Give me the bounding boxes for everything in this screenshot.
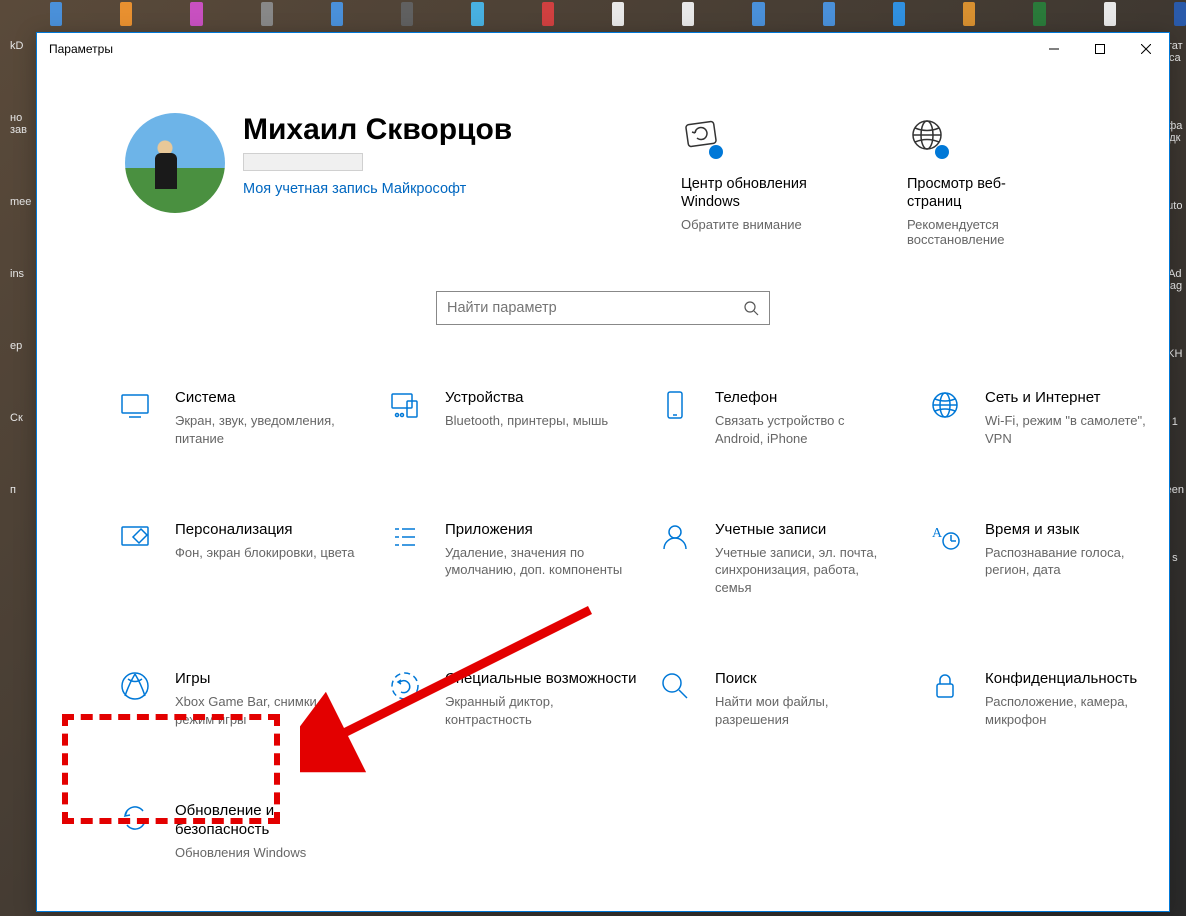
search-icon [743, 300, 759, 316]
tile-desc: Найти мои файлы, разрешения [715, 693, 895, 728]
tile-update-security[interactable]: Обновление и безопасность Обновления Wind… [117, 800, 367, 861]
tile-network[interactable]: Сеть и Интернет Wi-Fi, режим "в самолете"… [927, 387, 1177, 447]
globe-icon [907, 117, 947, 157]
tile-title: Персонализация [175, 521, 354, 540]
header-card-sub: Обратите внимание [681, 217, 831, 232]
tile-title: Обновление и безопасность [175, 802, 367, 840]
tile-desc: Связать устройство с Android, iPhone [715, 412, 895, 447]
desktop-left-icons: kD но зав mee ins ep Ск п [10, 40, 31, 496]
tile-time-language[interactable]: A Время и язык Распознавание голоса, реги… [927, 519, 1177, 596]
search-box[interactable] [436, 291, 770, 325]
tile-title: Специальные возможности [445, 670, 637, 689]
settings-window: Параметры Михаил Скворцов Моя учетная за… [36, 32, 1170, 912]
update-security-icon [117, 800, 153, 836]
svg-text:A: A [932, 526, 943, 541]
tile-desc: Экран, звук, уведомления, питание [175, 412, 355, 447]
accounts-icon [657, 519, 693, 555]
accessibility-icon [387, 668, 423, 704]
user-avatar[interactable] [125, 113, 225, 213]
tile-gaming[interactable]: Игры Xbox Game Bar, снимки, режим игры [117, 668, 367, 728]
header-card-browsing[interactable]: Просмотр веб-страниц Рекомендуется восст… [907, 117, 1057, 247]
close-button[interactable] [1123, 33, 1169, 65]
user-name: Михаил Скворцов [243, 113, 512, 147]
tile-accessibility[interactable]: Специальные возможности Экранный диктор, … [387, 668, 637, 728]
tile-desc: Фон, экран блокировки, цвета [175, 544, 354, 562]
tile-desc: Удаление, значения по умолчанию, доп. ко… [445, 544, 625, 579]
tile-title: Приложения [445, 521, 625, 540]
tile-desc: Обновления Windows [175, 844, 355, 862]
personalization-icon [117, 519, 153, 555]
devices-icon [387, 387, 423, 423]
network-icon [927, 387, 963, 423]
desktop-top-icons [0, 2, 1186, 30]
tile-desc: Wi-Fi, режим "в самолете", VPN [985, 412, 1165, 447]
header-card-sub: Рекомендуется восстановление [907, 217, 1057, 247]
window-controls [1031, 33, 1169, 65]
tile-accounts[interactable]: Учетные записи Учетные записи, эл. почта,… [657, 519, 907, 596]
update-icon [681, 117, 721, 157]
privacy-icon [927, 668, 963, 704]
gaming-icon [117, 668, 153, 704]
tile-title: Поиск [715, 670, 895, 689]
settings-grid: Система Экран, звук, уведомления, питание… [37, 325, 1169, 891]
header-card-title: Просмотр веб-страниц [907, 175, 1057, 211]
tile-title: Конфиденциальность [985, 670, 1165, 689]
tile-phone[interactable]: Телефон Связать устройство с Android, iPh… [657, 387, 907, 447]
header-area: Михаил Скворцов Моя учетная запись Майкр… [37, 65, 1169, 247]
tile-devices[interactable]: Устройства Bluetooth, принтеры, мышь [387, 387, 637, 447]
tile-desc: Учетные записи, эл. почта, синхронизация… [715, 544, 895, 597]
titlebar: Параметры [37, 33, 1169, 65]
apps-icon [387, 519, 423, 555]
tile-desc: Распознавание голоса, регион, дата [985, 544, 1165, 579]
window-title: Параметры [49, 42, 113, 56]
tile-title: Игры [175, 670, 355, 689]
tile-title: Система [175, 389, 355, 408]
tile-privacy[interactable]: Конфиденциальность Расположение, камера, … [927, 668, 1177, 728]
tile-desc: Экранный диктор, контрастность [445, 693, 625, 728]
tile-title: Учетные записи [715, 521, 895, 540]
minimize-button[interactable] [1031, 33, 1077, 65]
time-language-icon: A [927, 519, 963, 555]
header-cards: Центр обновления Windows Обратите вниман… [681, 113, 1121, 247]
tile-title: Время и язык [985, 521, 1165, 540]
tile-desc: Расположение, камера, микрофон [985, 693, 1165, 728]
user-block: Михаил Скворцов Моя учетная запись Майкр… [243, 113, 512, 197]
tile-desc: Bluetooth, принтеры, мышь [445, 412, 608, 430]
tile-personalization[interactable]: Персонализация Фон, экран блокировки, цве… [117, 519, 367, 596]
maximize-button[interactable] [1077, 33, 1123, 65]
search-input[interactable] [447, 300, 743, 316]
search-tile-icon [657, 668, 693, 704]
tile-search[interactable]: Поиск Найти мои файлы, разрешения [657, 668, 907, 728]
search-wrap [37, 291, 1169, 325]
tile-title: Сеть и Интернет [985, 389, 1165, 408]
tile-system[interactable]: Система Экран, звук, уведомления, питание [117, 387, 367, 447]
user-email-redacted [243, 153, 363, 171]
header-card-title: Центр обновления Windows [681, 175, 831, 211]
tile-apps[interactable]: Приложения Удаление, значения по умолчани… [387, 519, 637, 596]
system-icon [117, 387, 153, 423]
tile-title: Телефон [715, 389, 895, 408]
phone-icon [657, 387, 693, 423]
tile-desc: Xbox Game Bar, снимки, режим игры [175, 693, 355, 728]
header-card-update[interactable]: Центр обновления Windows Обратите вниман… [681, 117, 831, 247]
ms-account-link[interactable]: Моя учетная запись Майкрософт [243, 181, 512, 197]
tile-title: Устройства [445, 389, 608, 408]
